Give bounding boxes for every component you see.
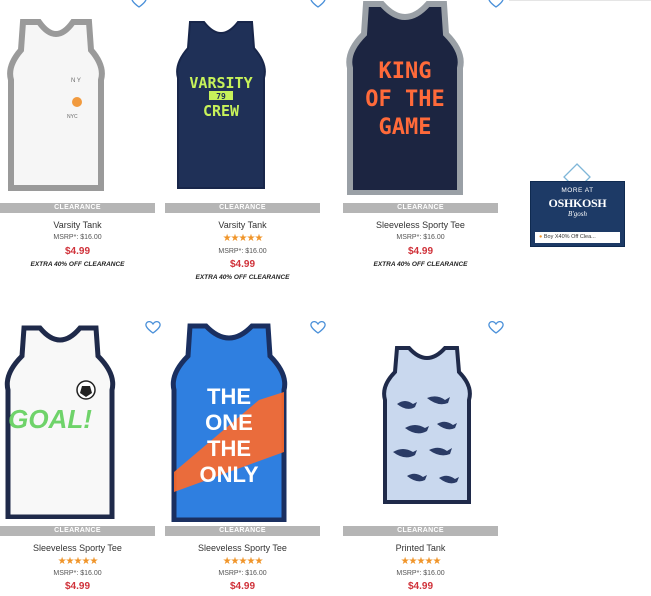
product-image[interactable]: VARSITY 79 CREW bbox=[165, 0, 326, 200]
clearance-badge: CLEARANCE bbox=[343, 526, 498, 536]
product-name[interactable]: Sleeveless Sporty Tee bbox=[0, 543, 155, 553]
clearance-badge: CLEARANCE bbox=[165, 203, 320, 213]
product-price: $4.99 bbox=[407, 581, 434, 592]
product-msrp: MSRP*: $16.00 bbox=[53, 234, 102, 241]
product-card[interactable]: GOAL! CLEARANCE Sleeveless Sporty Tee ★★… bbox=[0, 318, 161, 592]
svg-text:NYC: NYC bbox=[67, 114, 78, 120]
product-name[interactable]: Sleeveless Sporty Tee bbox=[165, 543, 320, 553]
rating-stars: ★★★★★ bbox=[222, 233, 264, 244]
product-price: $4.99 bbox=[229, 581, 256, 592]
product-price: $4.99 bbox=[407, 246, 434, 257]
divider bbox=[509, 0, 651, 1]
svg-text:GAME: GAME bbox=[379, 115, 432, 140]
product-image[interactable]: GOAL! bbox=[0, 318, 161, 519]
promo-text: EXTRA 40% OFF CLEARANCE bbox=[195, 274, 290, 281]
product-card[interactable]: THE ONE THE ONLY CLEARANCE Sleeveless Sp… bbox=[165, 318, 326, 592]
product-name[interactable]: Sleeveless Sporty Tee bbox=[343, 220, 498, 230]
product-msrp: MSRP*: $16.00 bbox=[218, 570, 267, 577]
clearance-badge: CLEARANCE bbox=[343, 203, 498, 213]
svg-text:KING: KING bbox=[379, 59, 432, 84]
svg-text:N Y: N Y bbox=[71, 78, 81, 84]
tank-top-dino-print-image bbox=[382, 346, 472, 504]
product-price: $4.99 bbox=[64, 246, 91, 257]
tank-top-king-of-the-game-image: KING OF THE GAME bbox=[346, 0, 464, 195]
ad-panel[interactable]: MORE AT OSHKOSH B'gosh ● Boy X40% Off Cl… bbox=[530, 181, 625, 247]
svg-text:THE: THE bbox=[207, 384, 251, 409]
oshkosh-logo: OSHKOSH bbox=[548, 196, 607, 210]
product-card[interactable]: N Y NYC CLEARANCE Varsity Tank MSRP*: $1… bbox=[0, 0, 155, 268]
rating-stars: ★★★★★ bbox=[222, 556, 264, 567]
ad-promo-strip[interactable]: ● Boy X40% Off Clea... bbox=[535, 232, 620, 243]
product-name[interactable]: Varsity Tank bbox=[0, 220, 155, 230]
rating-stars: ★★★★★ bbox=[57, 556, 99, 567]
product-card[interactable]: VARSITY 79 CREW CLEARANCE Varsity Tank ★… bbox=[165, 0, 326, 281]
product-image[interactable]: KING OF THE GAME bbox=[343, 0, 504, 200]
favorite-heart-icon[interactable] bbox=[488, 0, 504, 8]
svg-text:THE: THE bbox=[207, 436, 251, 461]
svg-text:ONLY: ONLY bbox=[199, 462, 258, 487]
product-msrp: MSRP*: $16.00 bbox=[218, 248, 267, 255]
product-msrp: MSRP*: $16.00 bbox=[53, 570, 102, 577]
product-card[interactable]: CLEARANCE Printed Tank ★★★★★ MSRP*: $16.… bbox=[343, 318, 504, 592]
tank-top-the-one-the-only-image: THE ONE THE ONLY bbox=[170, 323, 288, 522]
tank-top-navy-varsity-image: VARSITY 79 CREW bbox=[176, 21, 266, 189]
rating-stars: ★★★★★ bbox=[400, 556, 442, 567]
product-image[interactable]: THE ONE THE ONLY bbox=[165, 318, 326, 522]
ad-promo-text: Boy X40% Off Clea... bbox=[543, 234, 596, 240]
tank-top-goal-image: GOAL! bbox=[4, 325, 116, 519]
product-image[interactable]: N Y NYC bbox=[0, 0, 155, 200]
svg-text:OF THE: OF THE bbox=[365, 87, 444, 112]
clearance-badge: CLEARANCE bbox=[0, 203, 155, 213]
product-image[interactable] bbox=[343, 318, 504, 518]
product-price: $4.99 bbox=[64, 581, 91, 592]
svg-text:GOAL!: GOAL! bbox=[8, 404, 92, 434]
oshkosh-ad-banner[interactable]: MORE AT OSHKOSH B'gosh ● Boy X40% Off Cl… bbox=[530, 163, 625, 247]
product-card[interactable]: KING OF THE GAME CLEARANCE Sleeveless Sp… bbox=[343, 0, 504, 268]
product-name[interactable]: Printed Tank bbox=[343, 543, 498, 553]
clearance-badge: CLEARANCE bbox=[0, 526, 155, 536]
bullet-icon: ● bbox=[539, 234, 543, 240]
promo-text: EXTRA 40% OFF CLEARANCE bbox=[30, 261, 125, 268]
svg-text:CREW: CREW bbox=[203, 102, 240, 120]
svg-text:VARSITY: VARSITY bbox=[189, 74, 252, 92]
favorite-heart-icon[interactable] bbox=[145, 320, 161, 334]
product-price: $4.99 bbox=[229, 259, 256, 270]
favorite-heart-icon[interactable] bbox=[488, 320, 504, 334]
tank-top-white-image: N Y NYC bbox=[7, 19, 105, 191]
svg-text:ONE: ONE bbox=[205, 410, 253, 435]
svg-text:79: 79 bbox=[216, 92, 226, 101]
favorite-heart-icon[interactable] bbox=[131, 0, 147, 8]
oshkosh-logo-sub: B'gosh bbox=[568, 210, 587, 218]
product-msrp: MSRP*: $16.00 bbox=[396, 570, 445, 577]
favorite-heart-icon[interactable] bbox=[310, 0, 326, 8]
favorite-heart-icon[interactable] bbox=[310, 320, 326, 334]
product-grid: N Y NYC CLEARANCE Varsity Tank MSRP*: $1… bbox=[0, 0, 520, 596]
ad-more-at-text: MORE AT bbox=[561, 187, 594, 194]
promo-text: EXTRA 40% OFF CLEARANCE bbox=[373, 261, 468, 268]
product-msrp: MSRP*: $16.00 bbox=[396, 234, 445, 241]
clearance-badge: CLEARANCE bbox=[165, 526, 320, 536]
product-name[interactable]: Varsity Tank bbox=[165, 220, 320, 230]
